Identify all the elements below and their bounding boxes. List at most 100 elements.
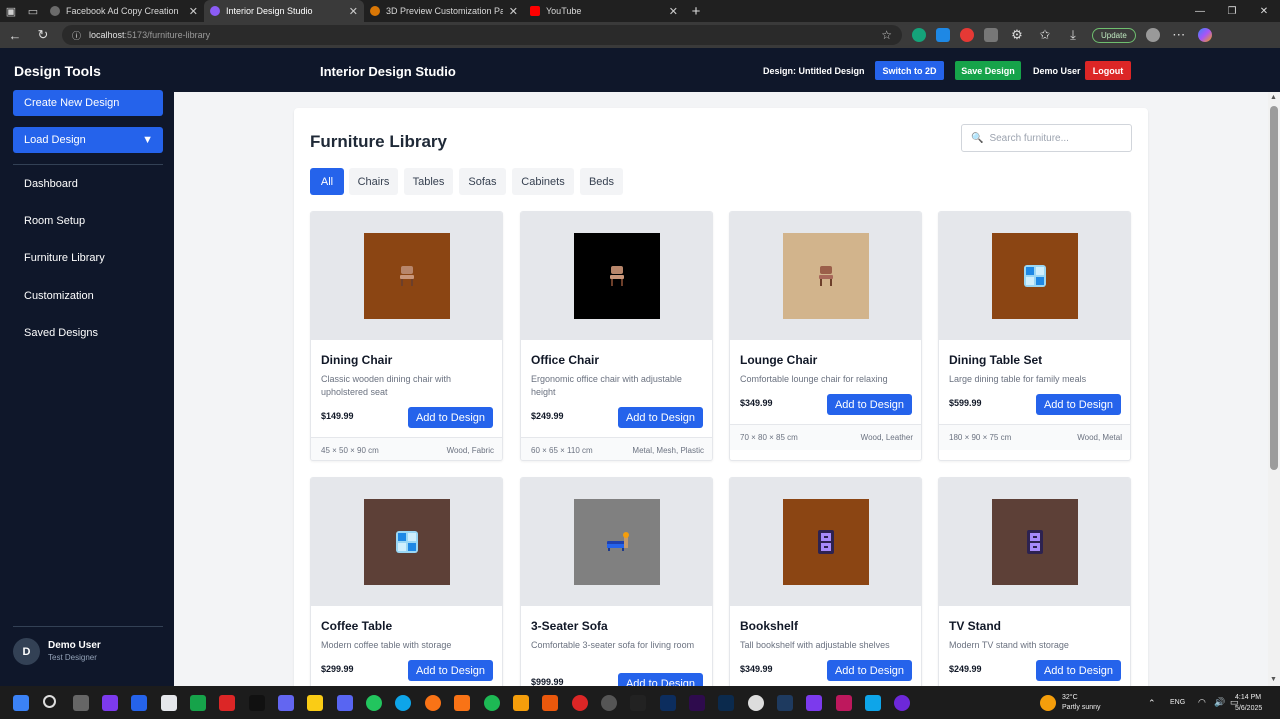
spotify-icon[interactable] bbox=[484, 695, 500, 711]
windows-start-icon[interactable] bbox=[13, 695, 29, 711]
refresh-icon[interactable]: ↻ bbox=[34, 27, 52, 43]
extensions-icon[interactable]: ⚙ bbox=[1008, 27, 1026, 43]
vscode-icon[interactable] bbox=[865, 695, 881, 711]
category-chip-cabinets[interactable]: Cabinets bbox=[512, 168, 574, 195]
add-to-design-button[interactable]: Add to Design bbox=[827, 660, 912, 681]
page-scrollbar[interactable]: ▲ ▼ bbox=[1268, 92, 1280, 686]
app-icon[interactable] bbox=[630, 695, 646, 711]
close-icon[interactable]: ✕ bbox=[349, 5, 358, 18]
add-to-design-button[interactable]: Add to Design bbox=[618, 673, 703, 686]
chrome-icon[interactable] bbox=[748, 695, 764, 711]
tab-actions-icon[interactable]: ▭ bbox=[22, 0, 44, 22]
xbox-icon[interactable] bbox=[190, 695, 206, 711]
category-chip-tables[interactable]: Tables bbox=[404, 168, 453, 195]
add-to-design-button[interactable]: Add to Design bbox=[618, 407, 703, 428]
workspaces-icon[interactable]: ▣ bbox=[0, 0, 22, 22]
load-design-dropdown[interactable]: Load Design ▼ bbox=[13, 127, 163, 153]
close-icon[interactable]: ✕ bbox=[509, 5, 518, 18]
browser-tab[interactable]: YouTube ✕ bbox=[524, 0, 684, 22]
volume-icon[interactable]: 🔊 bbox=[1214, 697, 1225, 708]
app-icon[interactable] bbox=[572, 695, 588, 711]
sidebar-item-room-setup[interactable]: Room Setup bbox=[24, 215, 85, 227]
user-avatar[interactable]: D bbox=[13, 638, 40, 665]
lightroom-icon[interactable] bbox=[718, 695, 734, 711]
close-window-icon[interactable]: ✕ bbox=[1248, 0, 1280, 22]
browser-tab-active[interactable]: Interior Design Studio ✕ bbox=[204, 0, 364, 22]
caret-down-icon: ▼ bbox=[142, 134, 153, 146]
logout-button[interactable]: Logout bbox=[1085, 61, 1131, 80]
add-to-design-button[interactable]: Add to Design bbox=[408, 407, 493, 428]
scrollbar-thumb[interactable] bbox=[1270, 106, 1278, 470]
new-tab-icon[interactable]: + bbox=[684, 0, 708, 22]
copilot-app-icon[interactable] bbox=[102, 695, 118, 711]
browser-tab[interactable]: 3D Preview Customization Panel ✕ bbox=[364, 0, 524, 22]
download-extension-icon[interactable] bbox=[936, 28, 950, 42]
sidebar-item-furniture-library[interactable]: Furniture Library bbox=[24, 252, 105, 264]
app-icon[interactable] bbox=[161, 695, 177, 711]
sidebar-item-dashboard[interactable]: Dashboard bbox=[24, 178, 78, 190]
edge-icon[interactable] bbox=[395, 695, 411, 711]
teams-icon[interactable] bbox=[278, 695, 294, 711]
photoshop-icon[interactable] bbox=[660, 695, 676, 711]
switch-view-button[interactable]: Switch to 2D bbox=[875, 61, 944, 80]
scroll-up-icon[interactable]: ▲ bbox=[1270, 94, 1277, 101]
weather-icon[interactable] bbox=[1040, 695, 1056, 711]
category-chip-beds[interactable]: Beds bbox=[580, 168, 623, 195]
add-to-design-button[interactable]: Add to Design bbox=[1036, 660, 1121, 681]
site-info-icon[interactable]: ⓘ bbox=[72, 29, 81, 42]
steam-icon[interactable] bbox=[777, 695, 793, 711]
sidebar-item-customization[interactable]: Customization bbox=[24, 290, 94, 302]
category-chip-sofas[interactable]: Sofas bbox=[459, 168, 506, 195]
record-extension-icon[interactable] bbox=[960, 28, 974, 42]
more-menu-icon[interactable]: ⋯ bbox=[1170, 27, 1188, 43]
firefox-icon[interactable] bbox=[425, 695, 441, 711]
app-icon[interactable] bbox=[601, 695, 617, 711]
card-description: Classic wooden dining chair with upholst… bbox=[321, 374, 452, 397]
screenshot-extension-icon[interactable] bbox=[984, 28, 998, 42]
downloads-icon[interactable]: ⤓ bbox=[1064, 27, 1082, 43]
category-chip-chairs[interactable]: Chairs bbox=[349, 168, 398, 195]
premiere-icon[interactable] bbox=[689, 695, 705, 711]
discord-icon[interactable] bbox=[337, 695, 353, 711]
add-to-design-button[interactable]: Add to Design bbox=[408, 660, 493, 681]
clock-date[interactable]: 5/6/2025 bbox=[1235, 705, 1262, 712]
address-bar[interactable]: ⓘ localhost:5173/furniture-library ☆ bbox=[62, 25, 902, 45]
language-indicator[interactable]: ENG bbox=[1170, 699, 1185, 706]
wifi-icon[interactable]: ◠ bbox=[1198, 697, 1206, 708]
bookmark-star-icon[interactable]: ☆ bbox=[881, 28, 892, 42]
app-icon[interactable] bbox=[249, 695, 265, 711]
search-icon[interactable] bbox=[43, 695, 56, 708]
sidebar-item-saved-designs[interactable]: Saved Designs bbox=[24, 327, 98, 339]
close-icon[interactable]: ✕ bbox=[189, 5, 198, 18]
browser-tab[interactable]: Facebook Ad Copy Creation ✕ bbox=[44, 0, 204, 22]
app-icon[interactable] bbox=[513, 695, 529, 711]
profile-avatar[interactable] bbox=[1145, 28, 1160, 42]
visual-studio-icon[interactable] bbox=[806, 695, 822, 711]
minimize-icon[interactable]: — bbox=[1184, 0, 1216, 22]
whatsapp-icon[interactable] bbox=[366, 695, 382, 711]
maximize-icon[interactable]: ❐ bbox=[1216, 0, 1248, 22]
task-view-icon[interactable] bbox=[73, 695, 89, 711]
brave-icon[interactable] bbox=[454, 695, 470, 711]
favorites-icon[interactable]: ✩ bbox=[1036, 27, 1054, 43]
update-button[interactable]: Update bbox=[1092, 27, 1136, 43]
tray-chevron-icon[interactable]: ⌃ bbox=[1148, 698, 1156, 709]
save-design-button[interactable]: Save Design bbox=[955, 61, 1021, 80]
clock-time[interactable]: 4:14 PM bbox=[1235, 694, 1261, 701]
category-chip-all[interactable]: All bbox=[310, 168, 344, 195]
back-icon[interactable]: ← bbox=[6, 28, 24, 43]
app-icon[interactable] bbox=[542, 695, 558, 711]
app-icon[interactable] bbox=[836, 695, 852, 711]
search-input[interactable] bbox=[989, 132, 1120, 144]
github-icon[interactable] bbox=[894, 695, 910, 711]
create-new-design-button[interactable]: Create New Design bbox=[13, 90, 163, 116]
store-icon[interactable] bbox=[131, 695, 147, 711]
add-to-design-button[interactable]: Add to Design bbox=[827, 394, 912, 415]
copilot-icon[interactable] bbox=[1197, 28, 1212, 42]
add-to-design-button[interactable]: Add to Design bbox=[1036, 394, 1121, 415]
file-explorer-icon[interactable] bbox=[307, 695, 323, 711]
app-icon[interactable] bbox=[219, 695, 235, 711]
grammarly-extension-icon[interactable] bbox=[912, 28, 926, 42]
close-icon[interactable]: ✕ bbox=[669, 5, 678, 18]
scroll-down-icon[interactable]: ▼ bbox=[1270, 676, 1277, 683]
